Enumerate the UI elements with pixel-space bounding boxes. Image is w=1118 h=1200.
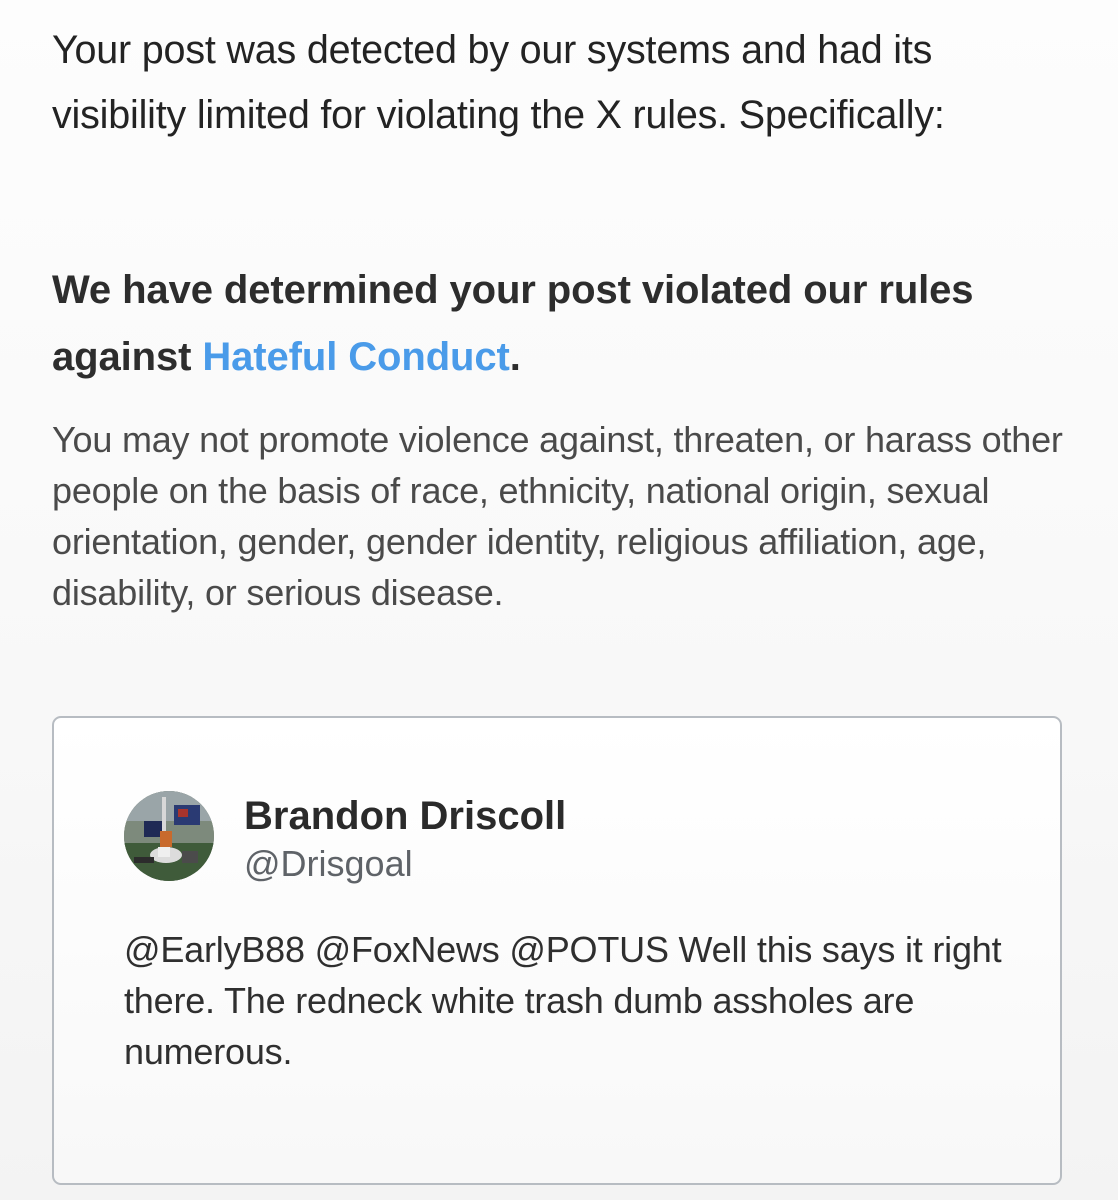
violation-headline: We have determined your post violated ou…: [52, 257, 1072, 391]
reported-post-card: Brandon Driscoll @Drisgoal @EarlyB88 @Fo…: [52, 716, 1062, 1185]
notice-page: Your post was detected by our systems an…: [0, 0, 1118, 1200]
post-text: @EarlyB88 @FoxNews @POTUS Well this says…: [124, 929, 1002, 1072]
avatar[interactable]: [124, 791, 214, 881]
hateful-conduct-link[interactable]: Hateful Conduct: [202, 335, 509, 379]
rule-explanation: You may not promote violence against, th…: [52, 419, 1063, 613]
headline-suffix: .: [509, 335, 521, 379]
notice-intro: Your post was detected by our systems an…: [52, 28, 945, 137]
profile-photo-icon: [124, 791, 214, 881]
post-author-name[interactable]: Brandon Driscoll: [244, 792, 566, 840]
post-author-handle[interactable]: @Drisgoal: [244, 842, 413, 886]
